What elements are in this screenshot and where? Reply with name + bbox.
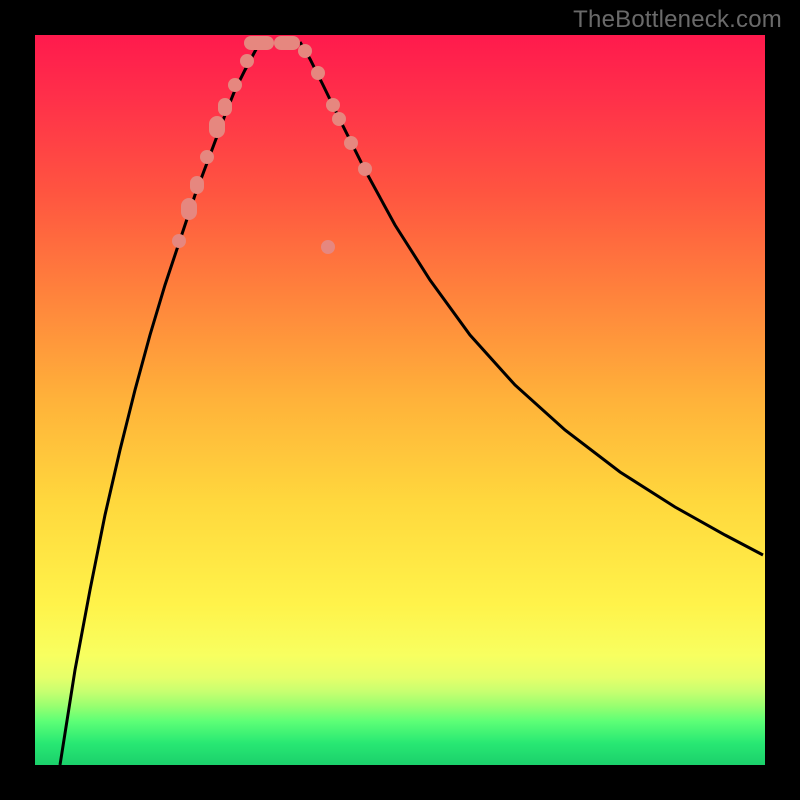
bottleneck-curve <box>35 35 765 765</box>
data-marker <box>358 162 372 176</box>
data-marker <box>181 198 197 220</box>
curve-right-branch <box>300 42 763 555</box>
data-marker <box>332 112 346 126</box>
chart-frame: TheBottleneck.com <box>0 0 800 800</box>
data-marker <box>200 150 214 164</box>
data-marker <box>218 98 232 116</box>
data-marker <box>209 116 225 138</box>
data-marker <box>190 176 204 194</box>
data-marker <box>321 240 335 254</box>
data-marker <box>326 98 340 112</box>
data-marker <box>311 66 325 80</box>
data-marker <box>298 44 312 58</box>
data-marker <box>172 234 186 248</box>
plot-area <box>35 35 765 765</box>
curve-left-branch <box>60 42 260 765</box>
data-marker <box>228 78 242 92</box>
watermark-text: TheBottleneck.com <box>573 6 782 34</box>
data-marker <box>274 36 300 50</box>
data-marker <box>240 54 254 68</box>
data-marker <box>244 36 274 50</box>
data-marker <box>344 136 358 150</box>
